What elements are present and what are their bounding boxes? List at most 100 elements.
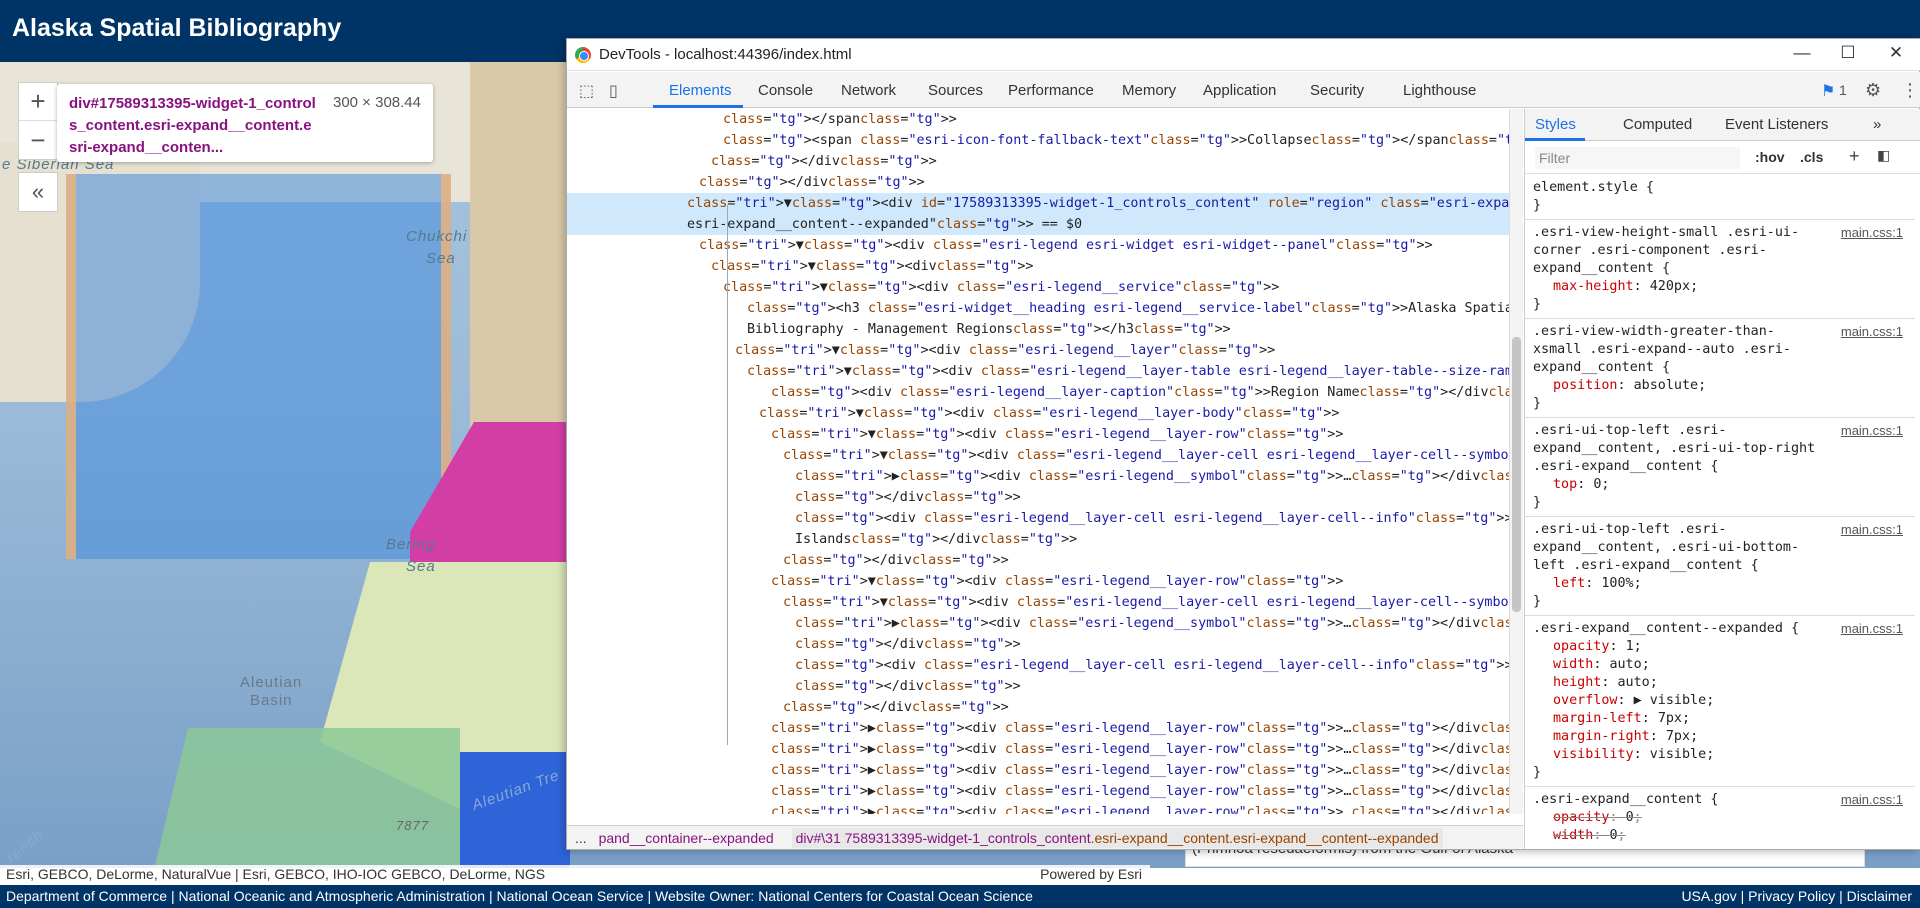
tab-network[interactable]: Network	[841, 82, 896, 99]
css-source-link[interactable]: main.css:1	[1841, 791, 1903, 809]
tab-sources[interactable]: Sources	[928, 82, 983, 99]
selected-dom-node[interactable]: class="tri">▼class="tg"><div id="1758931…	[567, 193, 1509, 214]
footer-left[interactable]: Department of Commerce | National Oceani…	[6, 888, 1033, 904]
dom-node-line[interactable]: class="tg"><span class="esri-icon-font-f…	[567, 130, 1509, 151]
breadcrumb-item-container[interactable]: pand__container--expanded	[599, 830, 774, 846]
dom-node-line[interactable]: class="tg"></divclass="tg">>	[567, 634, 1021, 655]
dom-node-line[interactable]: Bibliography - Management Regionsclass="…	[567, 319, 1231, 340]
css-rule[interactable]: .esri-expand__content {main.css:1 opacity…	[1525, 787, 1915, 849]
cls-toggle[interactable]: .cls	[1800, 149, 1823, 165]
settings-gear-icon[interactable]: ⚙	[1865, 80, 1881, 101]
elements-panel[interactable]: class="tg"></spanclass="tg">> class="tg">…	[567, 109, 1509, 814]
dom-node-line[interactable]: class="tg"></divclass="tg">>	[567, 676, 1021, 697]
dom-node-line[interactable]: class="tg"></divclass="tg">>	[567, 697, 1009, 718]
dom-node-line[interactable]: class="tg"><div class="esri-legend__laye…	[567, 382, 1509, 403]
dom-node-line[interactable]: class="tri">▼class="tg"><div class="esri…	[567, 235, 1433, 256]
tab-computed[interactable]: Computed	[1623, 116, 1692, 133]
css-source-link[interactable]: main.css:1	[1841, 521, 1903, 539]
dom-node-line[interactable]: class="tri">▼class="tg"><div class="esri…	[567, 592, 1509, 613]
close-icon[interactable]: ✕	[1881, 43, 1911, 67]
css-property[interactable]: margin-right: 7px;	[1533, 728, 1907, 746]
tab-memory[interactable]: Memory	[1122, 82, 1176, 99]
footer-links[interactable]: USA.gov | Privacy Policy | Disclaimer	[1681, 888, 1912, 904]
breadcrumb-item-selected[interactable]: div#\31 7589313395-widget-1_controls_con…	[791, 828, 1443, 848]
expand-collapse-button[interactable]: «	[18, 172, 58, 212]
dom-node-line[interactable]: class="tri">▼class="tg"><div class="esri…	[567, 277, 1279, 298]
css-property[interactable]: width: 0;	[1533, 827, 1907, 845]
selected-dom-node[interactable]: esri-expand__content--expanded"class="tg…	[567, 214, 1509, 235]
css-source-link[interactable]: main.css:1	[1841, 620, 1903, 638]
css-rule[interactable]: element.style {}	[1525, 175, 1915, 220]
elements-scrollbar[interactable]	[1509, 109, 1523, 814]
dom-node-line[interactable]: class="tg"></divclass="tg">>	[567, 151, 937, 172]
new-rule-icon[interactable]: +	[1849, 146, 1860, 167]
css-property[interactable]: opacity: 1;	[1533, 638, 1907, 656]
css-property[interactable]: left: 100%;	[1533, 575, 1907, 593]
dom-node-line[interactable]: class="tri">▼class="tg"><div class="esri…	[567, 445, 1509, 466]
minimize-icon[interactable]: —	[1787, 43, 1817, 67]
dom-node-line[interactable]: class="tg"><h3 class="esri-widget__headi…	[567, 298, 1509, 319]
dom-node-line[interactable]: class="tri">▼class="tg"><div class="esri…	[567, 571, 1343, 592]
css-rule[interactable]: .esri-view-width-greater-than-xsmall .es…	[1525, 319, 1915, 418]
css-property[interactable]: opacity: 0;	[1533, 809, 1907, 827]
more-tabs-icon[interactable]: »	[1873, 116, 1881, 133]
dom-node-line[interactable]: class="tri">▼class="tg"><div class="esri…	[567, 361, 1509, 382]
css-property[interactable]: visibility: visible;	[1533, 746, 1907, 764]
css-property[interactable]: width: auto;	[1533, 656, 1907, 674]
dom-node-line[interactable]: class="tri">▼class="tg"><divclass="tg">>	[567, 256, 1034, 277]
toggle-sidebar-icon[interactable]: ◧	[1877, 147, 1890, 164]
css-property[interactable]: overflow: ▶ visible;	[1533, 692, 1907, 710]
css-property[interactable]: height: auto;	[1533, 674, 1907, 692]
issues-count[interactable]: 1	[1839, 82, 1847, 98]
dom-node-line[interactable]: class="tri">▼class="tg"><div class="esri…	[567, 403, 1339, 424]
issues-icon[interactable]: ⚑	[1821, 81, 1835, 101]
styles-filter-input[interactable]: Filter	[1535, 147, 1740, 169]
elements-scroll-thumb[interactable]	[1512, 337, 1521, 612]
dom-node-line[interactable]: class="tri">▶class="tg"><div class="esri…	[567, 613, 1509, 634]
dom-node-line[interactable]: class="tri">▶class="tg"><div class="esri…	[567, 718, 1509, 739]
dom-node-line[interactable]: class="tri">▶class="tg"><div class="esri…	[567, 739, 1509, 760]
tab-console[interactable]: Console	[758, 82, 813, 99]
dom-node-line[interactable]: class="tri">▶class="tg"><div class="esri…	[567, 802, 1509, 814]
dom-node-line[interactable]: class="tri">▶class="tg"><div class="esri…	[567, 781, 1509, 802]
tab-elements[interactable]: Elements	[669, 82, 732, 99]
device-toggle-icon[interactable]: ▯	[609, 81, 618, 101]
css-property[interactable]: position: absolute;	[1533, 377, 1907, 395]
tab-security[interactable]: Security	[1310, 82, 1364, 99]
css-source-link[interactable]: main.css:1	[1841, 224, 1903, 242]
dom-node-line[interactable]: class="tg"><div class="esri-legend__laye…	[567, 508, 1509, 529]
css-property[interactable]: margin-left: 7px;	[1533, 710, 1907, 728]
css-property[interactable]: top: 0;	[1533, 476, 1907, 494]
dom-node-line[interactable]: class="tg"></divclass="tg">>	[567, 172, 925, 193]
zoom-in-button[interactable]: +	[19, 83, 57, 121]
dom-node-line[interactable]: class="tri">▼class="tg"><div class="esri…	[567, 424, 1343, 445]
css-rule[interactable]: .esri-ui-top-left .esri-expand__content,…	[1525, 517, 1915, 616]
css-rule[interactable]: .esri-expand__content--expanded {main.cs…	[1525, 616, 1915, 787]
dom-node-line[interactable]: Islandsclass="tg"></divclass="tg">>	[567, 529, 1077, 550]
dom-node-line[interactable]: class="tg"></spanclass="tg">>	[567, 109, 957, 130]
tab-styles[interactable]: Styles	[1535, 116, 1576, 133]
zoom-out-button[interactable]: −	[19, 121, 57, 159]
css-source-link[interactable]: main.css:1	[1841, 422, 1903, 440]
tab-application[interactable]: Application	[1203, 82, 1276, 99]
dom-node-line[interactable]: class="tri">▼class="tg"><div class="esri…	[567, 340, 1275, 361]
css-rule[interactable]: .esri-ui-top-left .esri-expand__content,…	[1525, 418, 1915, 517]
tab-performance[interactable]: Performance	[1008, 82, 1094, 99]
style-rules[interactable]: element.style {} .esri-view-height-small …	[1525, 175, 1920, 849]
maximize-icon[interactable]: ☐	[1833, 43, 1863, 67]
tab-event-listeners[interactable]: Event Listeners	[1725, 116, 1828, 133]
dom-node-line[interactable]: class="tg"></divclass="tg">>	[567, 487, 1021, 508]
inspect-icon[interactable]: ⬚	[579, 81, 594, 101]
css-source-link[interactable]: main.css:1	[1841, 323, 1903, 341]
dom-node-line[interactable]: class="tri">▶class="tg"><div class="esri…	[567, 760, 1509, 781]
css-rule[interactable]: .esri-view-height-small .esri-ui-corner …	[1525, 220, 1915, 319]
dom-node-line[interactable]: class="tri">▶class="tg"><div class="esri…	[567, 466, 1509, 487]
hov-toggle[interactable]: :hov	[1755, 149, 1785, 165]
breadcrumb-more[interactable]: ...	[575, 830, 587, 846]
more-menu-icon[interactable]: ⋮	[1901, 80, 1919, 101]
powered-by-esri[interactable]: Powered by Esri	[1040, 866, 1142, 882]
tab-lighthouse[interactable]: Lighthouse	[1403, 82, 1476, 99]
dom-node-line[interactable]: class="tg"><div class="esri-legend__laye…	[567, 655, 1509, 676]
css-property[interactable]: max-height: 420px;	[1533, 278, 1907, 296]
dom-node-line[interactable]: class="tg"></divclass="tg">>	[567, 550, 1009, 571]
